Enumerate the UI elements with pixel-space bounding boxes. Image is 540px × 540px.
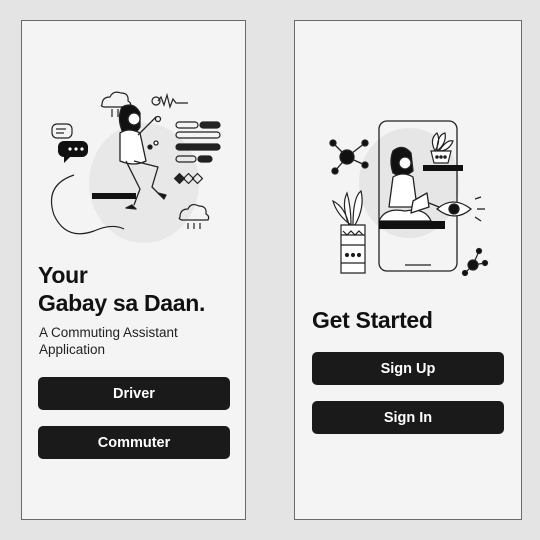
sign-in-button[interactable]: Sign In bbox=[312, 401, 504, 434]
woman-tapping-chat-ui-illustration bbox=[50, 91, 221, 243]
headline-line-1: Your bbox=[38, 262, 88, 288]
woman-with-laptop-phone-illustration bbox=[329, 120, 489, 277]
shelf-top bbox=[423, 165, 463, 171]
network-node-small-icon bbox=[461, 247, 489, 277]
subtitle: A Commuting Assistant Application bbox=[39, 325, 178, 357]
chat-bubble-dark-icon bbox=[58, 141, 88, 163]
commuter-button[interactable]: Commuter bbox=[38, 426, 230, 459]
sign-up-button[interactable]: Sign Up bbox=[312, 352, 504, 385]
seat-bar-right bbox=[379, 221, 445, 229]
seat-bar bbox=[92, 193, 136, 199]
chat-bubble-icon bbox=[51, 123, 73, 139]
welcome-screen: Your Gabay sa Daan. A Commuting Assistan… bbox=[21, 20, 246, 520]
page-title: Get Started bbox=[312, 307, 433, 333]
driver-button[interactable]: Driver bbox=[38, 377, 230, 410]
headline-line-2: Gabay sa Daan. bbox=[38, 290, 206, 316]
potted-plant-icon bbox=[430, 132, 454, 164]
get-started-screen: Get Started Sign Up Sign In bbox=[294, 20, 522, 520]
sound-wave-icon bbox=[157, 92, 188, 110]
vase-plant-icon bbox=[332, 189, 366, 274]
